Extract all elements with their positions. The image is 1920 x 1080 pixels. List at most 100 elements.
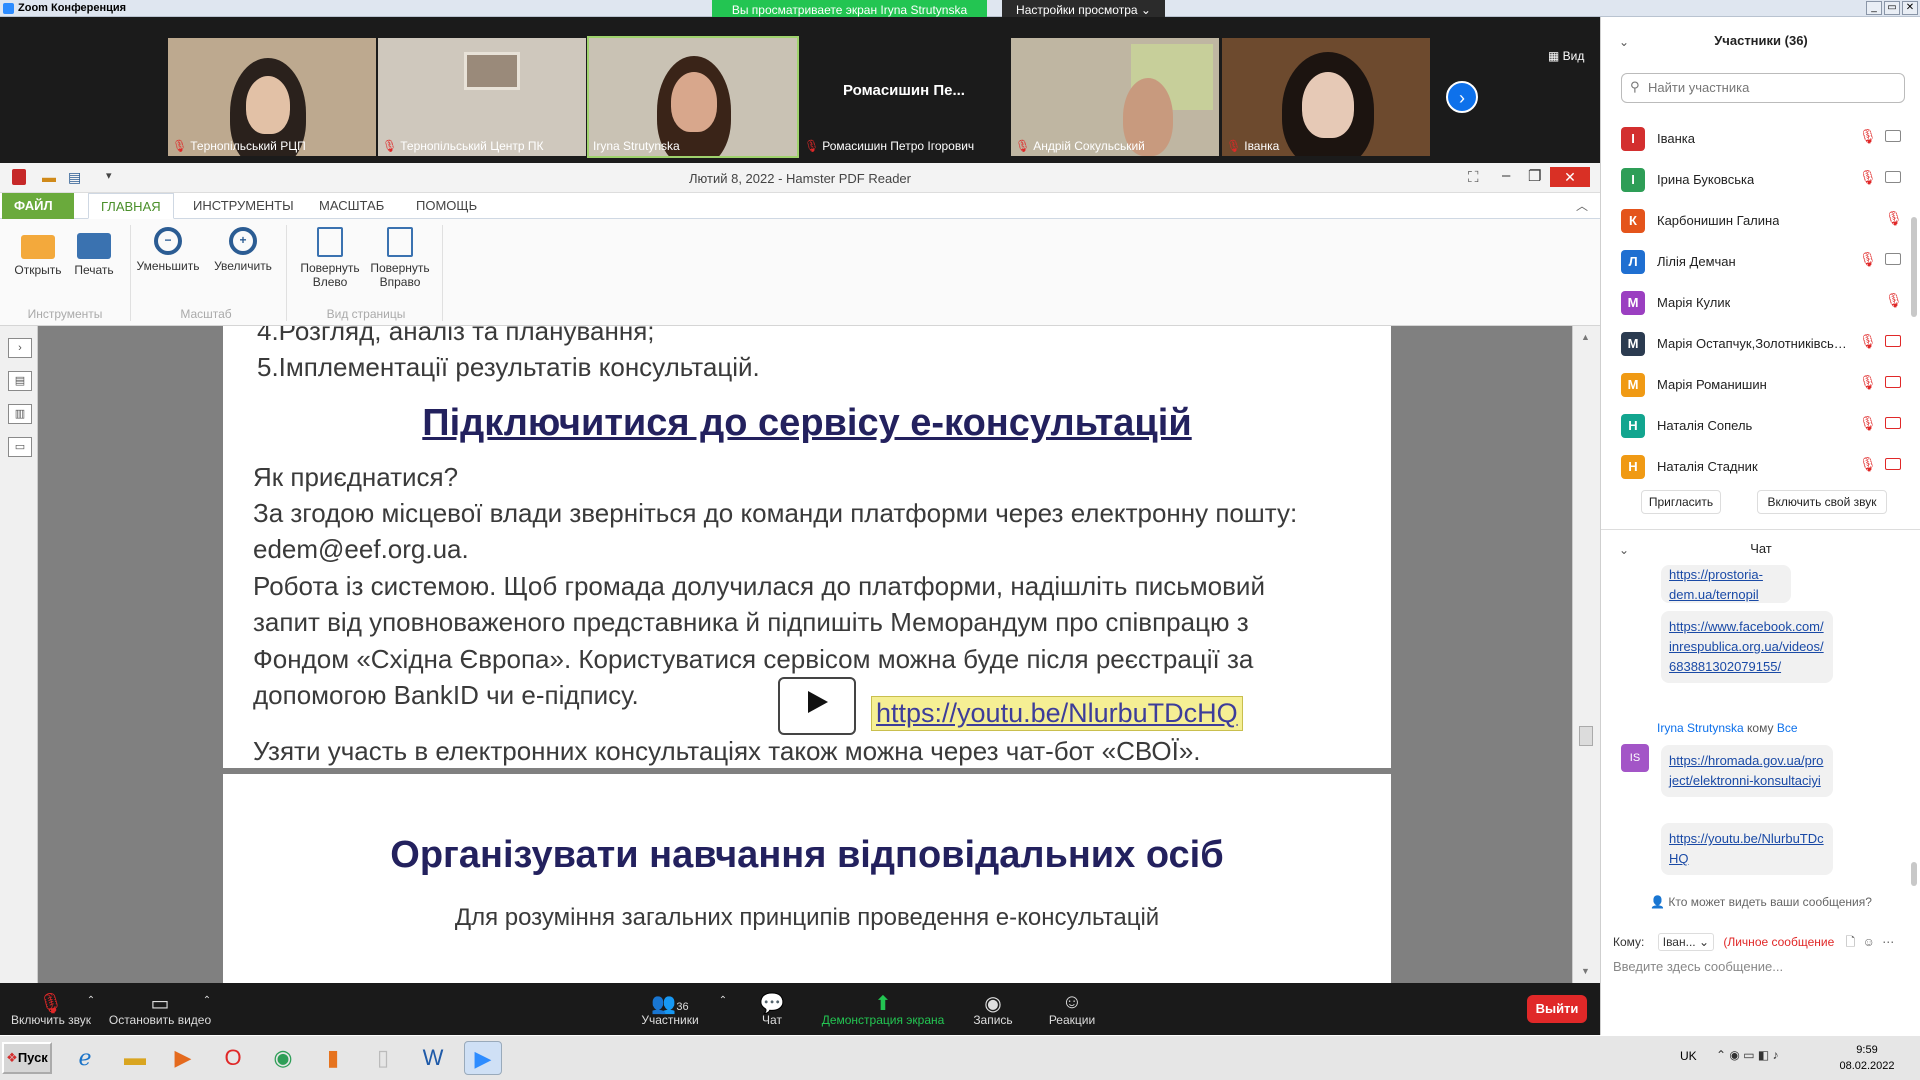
chat-button[interactable]: 💬 Чат [752,991,792,1027]
participant-row[interactable]: Н Наталія Сопель 🎙 [1601,405,1920,446]
view-button[interactable]: ▦ Вид [1548,49,1584,63]
pdf-minimize-button[interactable]: – [1502,167,1510,184]
participant-avatar: М [1621,373,1645,397]
file-icon[interactable]: 🗋 [1846,935,1856,949]
chat-message-link[interactable]: https://www.facebook.com/inrespublica.or… [1661,611,1833,683]
muted-mic-icon: 🎙 [1859,456,1877,472]
share-screen-button[interactable]: ⬆ Демонстрация экрана [818,991,948,1027]
pdf-close-button[interactable]: ✕ [1550,167,1590,187]
video-tile-active-speaker[interactable]: Iryna Strutynska [587,36,799,158]
tab-tools[interactable]: ИНСТРУМЕНТЫ [181,193,306,219]
chat-message-input[interactable]: Введите здесь сообщение... [1613,959,1909,974]
participant-row[interactable]: Н Наталія Стадник 🎙 [1601,446,1920,487]
file-explorer-icon[interactable]: ▬ [116,1041,154,1075]
rotate-left-button[interactable]: Повернуть Влево [296,227,364,289]
chrome-icon[interactable]: ◉ [264,1041,302,1075]
zoom-in-button[interactable]: + Увеличить [211,227,275,273]
system-clock[interactable]: 9:59 08.02.2022 [1822,1042,1912,1074]
scroll-down-icon[interactable]: ▼ [1581,966,1590,976]
participant-row[interactable]: М Марія Романишин 🎙 [1601,364,1920,405]
open-button[interactable]: Открыть [6,227,70,277]
chat-message-link[interactable]: https://prostoria-dem.ua/ternopil [1661,565,1791,603]
close-button[interactable]: ✕ [1902,1,1918,15]
user-lock-icon: 👤 [1650,895,1666,909]
participant-avatar: Н [1621,455,1645,479]
bookmarks-icon[interactable]: ▭ [8,437,32,457]
video-tile[interactable]: 🎙 Іванка [1222,38,1430,156]
recipient-dropdown[interactable]: Іван... ⌄ [1657,933,1715,951]
paragraph-line: За згодою місцевої влади зверніться до к… [253,498,1298,528]
stop-video-button[interactable]: ▭ Остановить видео [106,991,214,1027]
video-tile[interactable]: Ромасишин Пе... 🎙 Ромасишин Петро Ігорови… [800,38,1008,156]
minimize-button[interactable]: _ [1866,1,1882,15]
maximize-button[interactable]: ▭ [1884,1,1900,15]
scroll-thumb[interactable] [1579,726,1593,746]
participant-row[interactable]: М Марія Кулик 🎙 [1601,282,1920,323]
zoom-out-button[interactable]: − Уменьшить [136,227,200,273]
chat-title: Чат [1750,541,1772,556]
tab-scale[interactable]: МАСШТАБ [307,193,396,219]
list-item-4: 4.Розгляд, аналіз та планування; [257,326,655,346]
document-icon[interactable]: ▯ [364,1041,402,1075]
chat-sender-line: Iryna Strutynska кому Все [1657,721,1798,735]
unmute-self-button[interactable]: Включить свой звук [1757,490,1887,514]
video-play-icon[interactable] [778,677,856,735]
thumbnails-icon[interactable]: ▤ [8,371,32,391]
pdf-scrollbar[interactable]: ▲ ▼ [1572,326,1600,983]
invite-button[interactable]: Пригласить [1641,490,1721,514]
chat-scrollbar[interactable] [1911,862,1917,886]
audio-options-icon[interactable]: ⌃ [84,995,98,1006]
pages-icon[interactable]: ▥ [8,404,32,424]
system-tray-icons[interactable]: ⌃ ◉ ▭ ◧ ♪ [1716,1048,1779,1062]
chat-message-link[interactable]: https://hromada.gov.ua/project/elektronn… [1661,745,1833,797]
participants-options-icon[interactable]: ⌃ [716,995,730,1006]
side-panel: ⌄ Участники (36) ⚲ Найти участника І Іван… [1600,17,1920,1035]
participant-row[interactable]: М Марія Остапчук,Золотниківськ... 🎙 [1601,323,1920,364]
media-player-icon[interactable]: ▶ [164,1041,202,1075]
scroll-up-icon[interactable]: ▲ [1581,332,1590,342]
rotate-right-button[interactable]: Повернуть Вправо [366,227,434,289]
participant-search-input[interactable]: ⚲ Найти участника [1621,73,1905,103]
record-button[interactable]: ◉ Запись [968,991,1018,1027]
video-tile[interactable]: 🎙 Тернопільський Центр ПК [378,38,586,156]
internet-explorer-icon[interactable]: ℯ [66,1041,104,1075]
participants-button[interactable]: 👥36 Участники [632,991,708,1027]
who-can-see-link[interactable]: 👤 Кто может видеть ваши сообщения? [1601,895,1920,909]
unmute-button[interactable]: 🎙 Включить звук [8,991,94,1027]
participants-scrollbar[interactable] [1911,217,1917,317]
video-tile[interactable]: 🎙 Андрій Сокульський [1011,38,1219,156]
start-button[interactable]: ❖Пуск [2,1042,52,1074]
tab-help[interactable]: ПОМОЩЬ [404,193,489,219]
pdf-restore-button[interactable]: ❐ [1528,167,1541,185]
muted-mic-icon: 🎙 [804,139,820,153]
sender-avatar: IS [1621,744,1649,772]
emoji-icon[interactable]: ☺ [1863,935,1875,949]
leave-meeting-button[interactable]: Выйти [1527,995,1587,1023]
pdf-document-view[interactable]: 4.Розгляд, аналіз та планування; 5.Імпле… [38,326,1588,983]
tab-home[interactable]: ГЛАВНАЯ [88,193,174,219]
app-icon[interactable]: ▮ [314,1041,352,1075]
print-button[interactable]: Печать [62,227,126,277]
youtube-link[interactable]: https://youtu.be/NlurbuTDcHQ [871,696,1243,731]
tab-file[interactable]: ФАЙЛ [2,193,74,219]
next-page-arrow-icon[interactable]: › [1446,81,1478,113]
video-tile[interactable]: 🎙 Тернопільський РЦП [168,38,376,156]
window-title: Zoom Конференция [18,2,127,14]
collapse-ribbon-icon[interactable]: ︿ [1576,197,1588,214]
participant-row[interactable]: І Іванка 🎙 [1601,118,1920,159]
camera-off-icon [1885,376,1901,388]
chat-message-link[interactable]: https://youtu.be/NlurbuTDcHQ [1661,823,1833,875]
zoom-in-icon: + [229,227,257,255]
expand-sidebar-icon[interactable]: › [8,338,32,358]
participant-row[interactable]: К Карбонишин Галина 🎙 [1601,200,1920,241]
more-options-icon[interactable]: ⋯ [1882,935,1894,949]
participant-row[interactable]: І Ірина Буковська 🎙 [1601,159,1920,200]
opera-icon[interactable]: O [214,1041,252,1075]
word-icon[interactable]: W [414,1041,452,1075]
reactions-button[interactable]: ☺ Реакции [1044,991,1100,1027]
zoom-taskbar-icon[interactable]: ▶ [464,1041,502,1075]
fullscreen-icon[interactable]: ⛶ [1468,169,1479,186]
keyboard-language[interactable]: UK [1680,1049,1697,1063]
participant-row[interactable]: Л Лілія Демчан 🎙 [1601,241,1920,282]
video-options-icon[interactable]: ⌃ [200,995,214,1006]
